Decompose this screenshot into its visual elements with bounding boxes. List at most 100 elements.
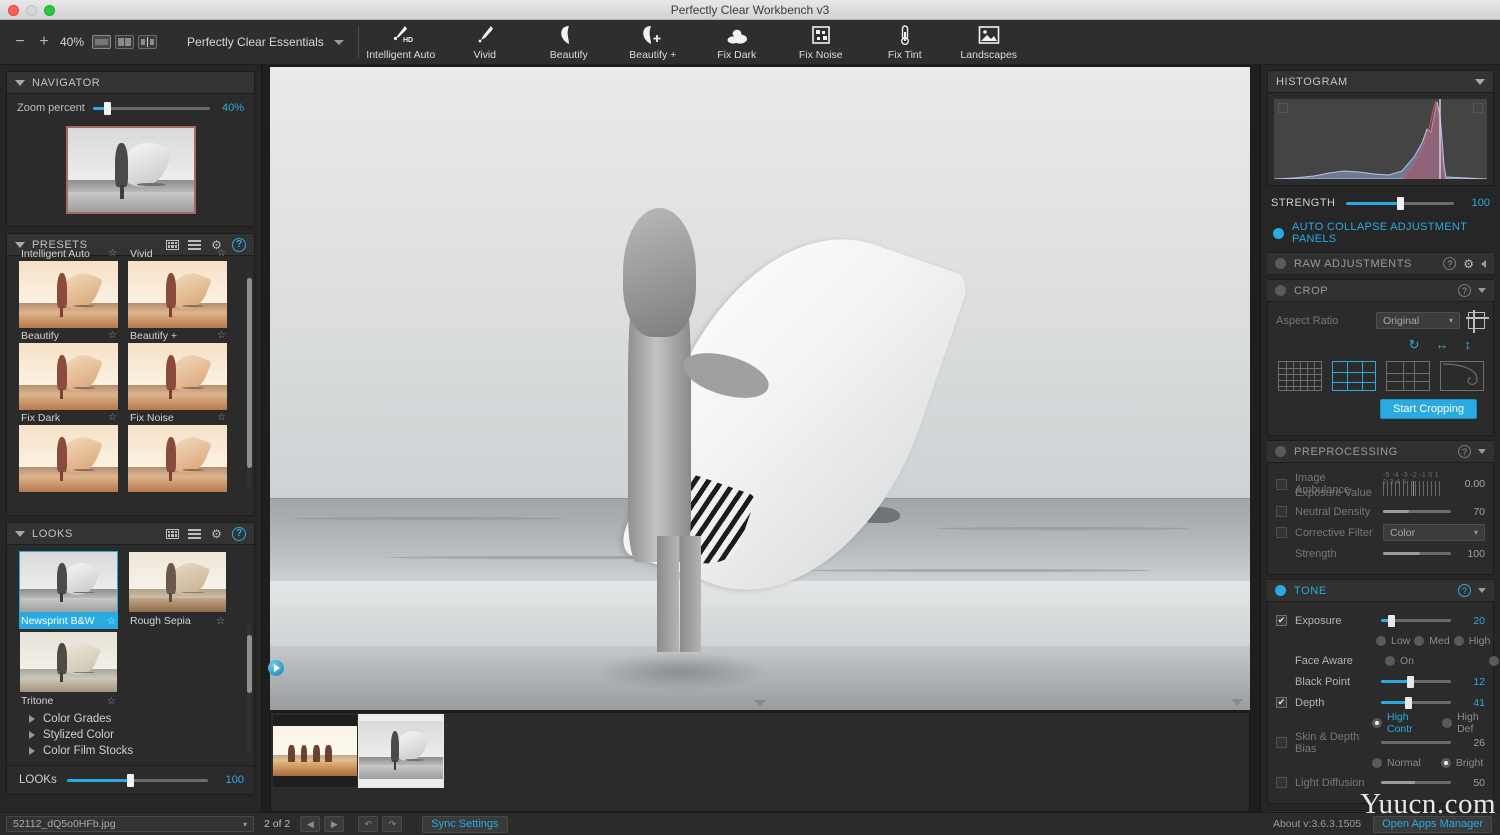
zoom-in-button[interactable]: + <box>32 27 56 57</box>
previous-image-button[interactable]: ◀ <box>300 816 321 832</box>
redo-button[interactable]: ↷ <box>382 816 403 832</box>
tool-beautify-plus[interactable]: Beautify + <box>611 20 695 64</box>
favorite-star-icon[interactable]: ☆ <box>108 412 117 423</box>
depth-mode-high-def[interactable]: High Def <box>1442 711 1485 735</box>
flip-vertical-icon[interactable]: ↕ <box>1465 337 1472 353</box>
grid-view-icon[interactable] <box>166 527 179 540</box>
preset-selector[interactable]: Perfectly Clear Essentials <box>187 20 358 64</box>
tool-fix-noise[interactable]: Fix Noise <box>779 20 863 64</box>
help-icon[interactable]: ? <box>1458 584 1471 597</box>
split-view-button[interactable] <box>138 35 158 49</box>
section-header-raw-adjustments[interactable]: RAW ADJUSTMENTS ? ⚙ <box>1267 252 1494 275</box>
depth-checkbox[interactable]: ✔ <box>1276 697 1287 708</box>
favorite-star-icon[interactable]: ☆ <box>107 696 116 707</box>
looks-header[interactable]: LOOKS ⚙ ? <box>7 523 254 545</box>
looks-group-color-grades[interactable]: Color Grades <box>19 711 244 727</box>
help-icon[interactable]: ? <box>232 526 246 541</box>
list-view-icon[interactable] <box>188 527 201 540</box>
exposure-slider[interactable] <box>1381 614 1451 627</box>
corrective-filter-checkbox[interactable] <box>1276 527 1287 538</box>
preset-item[interactable]: Fix Dark ☆ <box>19 410 118 492</box>
preset-item[interactable]: Intelligent Auto ☆ <box>19 246 118 328</box>
looks-scrollbar[interactable] <box>247 635 252 693</box>
help-icon[interactable]: ? <box>1458 284 1471 297</box>
gear-icon[interactable]: ⚙ <box>210 527 223 540</box>
favorite-star-icon[interactable]: ☆ <box>216 616 225 627</box>
depth-mode-high-contr[interactable]: High Contr <box>1372 711 1422 735</box>
looks-group-color-film-stocks[interactable]: Color Film Stocks <box>19 743 244 759</box>
tool-landscapes[interactable]: Landscapes <box>947 20 1031 64</box>
section-enable-toggle[interactable] <box>1275 258 1286 269</box>
favorite-star-icon[interactable]: ☆ <box>108 330 117 341</box>
skin-depth-bias-checkbox[interactable] <box>1276 737 1287 748</box>
exposure-mode-low[interactable]: Low <box>1376 635 1410 647</box>
light-diffusion-checkbox[interactable] <box>1276 777 1287 788</box>
presets-scrollbar[interactable] <box>247 278 252 468</box>
look-item-tritone[interactable]: Tritone ☆ <box>19 631 118 709</box>
skin-depth-bias-slider[interactable] <box>1381 741 1451 744</box>
crop-tool-icon[interactable] <box>1466 310 1489 333</box>
undo-button[interactable]: ↶ <box>358 816 379 832</box>
preprocessing-strength-slider[interactable] <box>1383 552 1451 555</box>
section-header-preprocessing[interactable]: PREPROCESSING ? <box>1267 440 1494 463</box>
tool-fix-tint[interactable]: Fix Tint <box>863 20 947 64</box>
section-header-tone[interactable]: TONE ? <box>1267 579 1494 602</box>
preset-item[interactable]: Beautify + ☆ <box>128 328 227 410</box>
neutral-density-slider[interactable] <box>1383 510 1451 513</box>
section-enable-toggle[interactable] <box>1275 446 1286 457</box>
preset-item[interactable]: Vivid ☆ <box>128 246 227 328</box>
flip-horizontal-icon[interactable]: ↔ <box>1436 337 1449 353</box>
neutral-density-checkbox[interactable] <box>1276 506 1287 517</box>
black-point-slider[interactable] <box>1381 675 1451 688</box>
preset-item[interactable]: Beautify ☆ <box>19 328 118 410</box>
gear-icon[interactable]: ⚙ <box>1463 258 1474 270</box>
dual-view-button[interactable] <box>115 35 135 49</box>
looks-strength-slider[interactable] <box>66 773 208 787</box>
zoom-out-button[interactable]: − <box>8 27 32 57</box>
navigator-header[interactable]: NAVIGATOR <box>7 72 254 94</box>
strength-slider[interactable] <box>1345 196 1454 210</box>
section-header-crop[interactable]: CROP ? <box>1267 279 1494 302</box>
look-item-rough-sepia[interactable]: Rough Sepia ☆ <box>128 551 227 629</box>
next-image-button[interactable]: ▶ <box>324 816 345 832</box>
exposure-mode-high[interactable]: High <box>1453 635 1490 647</box>
image-canvas[interactable] <box>270 67 1250 710</box>
single-view-button[interactable] <box>92 35 112 49</box>
image-ambulance-checkbox[interactable] <box>1276 478 1287 490</box>
auto-collapse-toggle[interactable]: AUTO COLLAPSE ADJUSTMENT PANELS <box>1261 217 1500 252</box>
phi-grid-overlay-button[interactable] <box>1385 361 1430 391</box>
exposure-value-ruler[interactable]: -5 -4 -3 -2 -1 0 1 2 3 4 5 <box>1383 472 1443 496</box>
tool-intelligent-auto[interactable]: HD Intelligent Auto <box>359 20 443 64</box>
exposure-mode-med[interactable]: Med <box>1414 635 1450 647</box>
tool-fix-dark[interactable]: Fix Dark <box>695 20 779 64</box>
depth-slider[interactable] <box>1381 696 1451 709</box>
thirds-grid-overlay-button[interactable] <box>1331 361 1376 391</box>
rotate-icon[interactable]: ↻ <box>1409 337 1420 353</box>
navigator-thumbnail[interactable] <box>65 126 196 214</box>
favorite-star-icon[interactable]: ☆ <box>217 412 226 423</box>
section-enable-toggle[interactable] <box>1275 585 1286 596</box>
face-aware-off[interactable]: Off <box>1489 655 1500 667</box>
aspect-ratio-select[interactable]: Original ▾ <box>1376 312 1460 329</box>
section-enable-toggle[interactable] <box>1275 285 1286 296</box>
canvas-collapse-toggle[interactable] <box>270 696 1250 710</box>
favorite-star-icon[interactable]: ☆ <box>107 616 116 627</box>
start-cropping-button[interactable]: Start Cropping <box>1380 399 1477 419</box>
zoom-percent-slider[interactable] <box>92 101 210 115</box>
filmstrip-collapse-icon[interactable] <box>1231 699 1243 706</box>
corrective-filter-select[interactable]: Color ▾ <box>1383 524 1485 541</box>
histogram-header[interactable]: HISTOGRAM <box>1268 71 1493 93</box>
exposure-checkbox[interactable]: ✔ <box>1276 615 1287 626</box>
fine-grid-overlay-button[interactable] <box>1277 361 1322 391</box>
favorite-star-icon[interactable]: ☆ <box>217 330 226 341</box>
sync-settings-button[interactable]: Sync Settings <box>422 815 508 833</box>
filename-select[interactable]: 52112_dQ5o0HFb.jpg ▾ <box>6 816 254 832</box>
play-preview-button[interactable] <box>268 660 284 676</box>
face-aware-on[interactable]: On <box>1385 655 1447 667</box>
bias-mode-normal[interactable]: Normal <box>1372 757 1421 769</box>
golden-spiral-overlay-button[interactable] <box>1439 361 1484 391</box>
look-item-newsprint-bw[interactable]: Newsprint B&W ☆ <box>19 551 118 629</box>
tool-vivid[interactable]: Vivid <box>443 20 527 64</box>
help-icon[interactable]: ? <box>1443 257 1457 270</box>
help-icon[interactable]: ? <box>1458 445 1471 458</box>
